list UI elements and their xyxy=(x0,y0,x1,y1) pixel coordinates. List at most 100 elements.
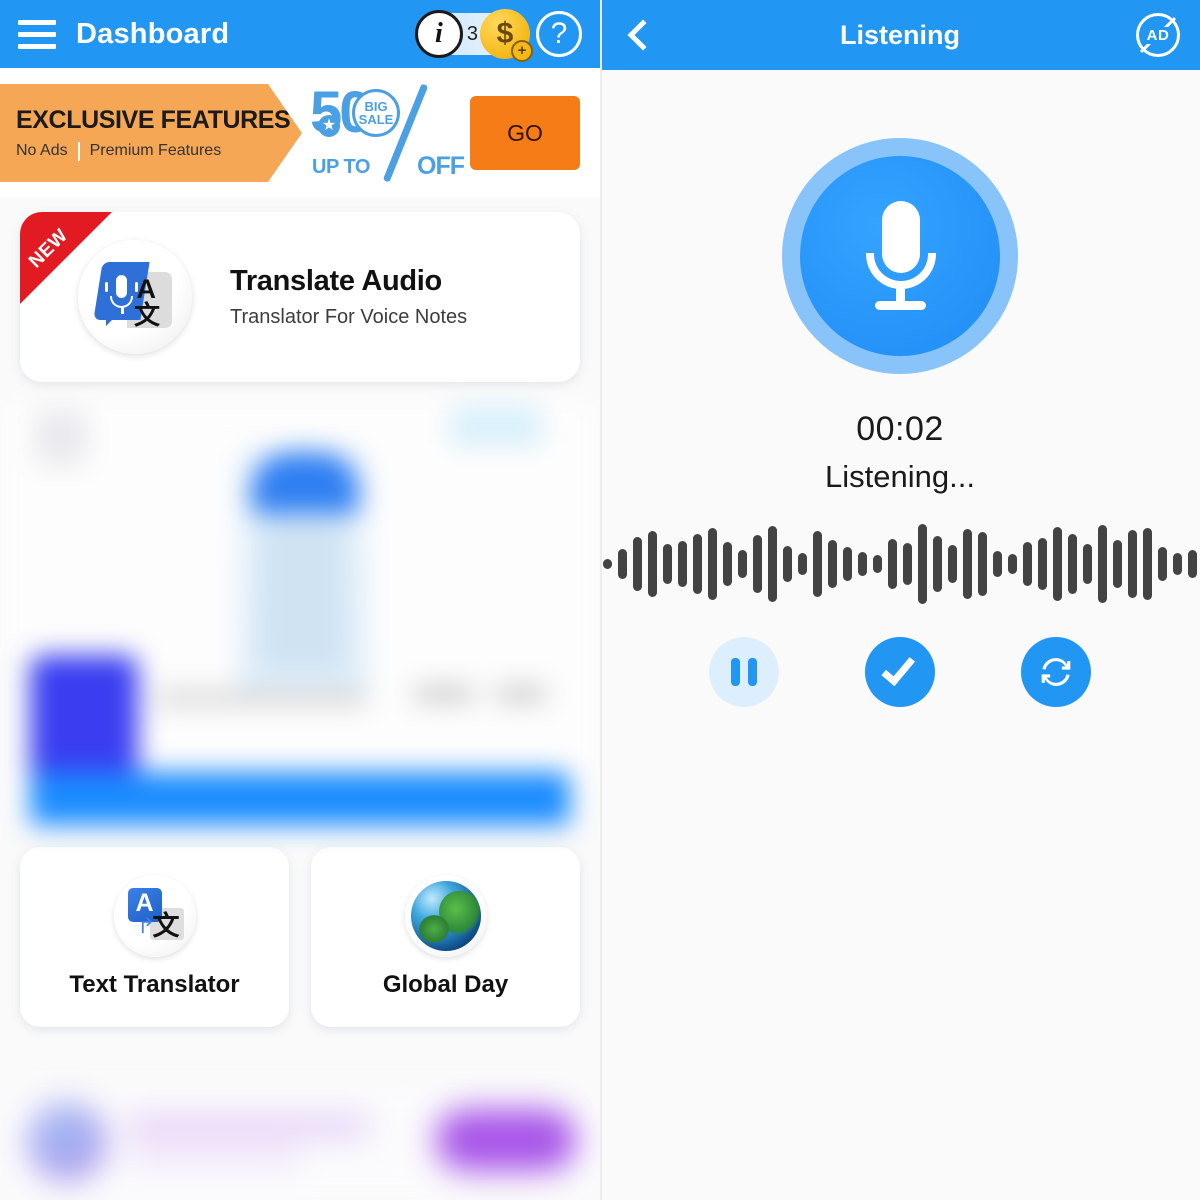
waveform-bar xyxy=(963,529,972,599)
waveform-bar xyxy=(798,553,807,575)
waveform-bar xyxy=(1038,538,1047,590)
promo-title: EXCLUSIVE FEATURES xyxy=(16,105,291,134)
pause-bar xyxy=(748,658,757,686)
waveform-bar xyxy=(738,550,747,578)
sale-off-label: OFF xyxy=(417,152,465,180)
waveform-bar xyxy=(903,543,912,585)
info-icon[interactable]: i xyxy=(414,10,463,58)
waveform-bar xyxy=(663,544,672,584)
ad-image-shape xyxy=(251,452,359,514)
ad-icon-shape xyxy=(28,1103,106,1181)
global-day-card[interactable]: Global Day xyxy=(311,847,580,1027)
promo-sub-divider xyxy=(77,141,80,161)
header-actions: i 3 $ + ? xyxy=(414,9,586,62)
hamburger-bar xyxy=(18,43,56,49)
waveform-bar xyxy=(753,535,762,593)
waveform-bar xyxy=(693,534,702,594)
translate-audio-glyph: A 文 xyxy=(93,260,172,334)
ad-text-shape xyxy=(496,686,546,702)
pause-bar xyxy=(731,658,740,686)
audio-waveform xyxy=(600,519,1200,609)
panel-divider xyxy=(600,0,602,1200)
sale-star-icon: ★ xyxy=(318,115,340,137)
text-translator-glyph: A ↱ 文 xyxy=(126,888,184,944)
waveform-bar xyxy=(873,555,882,573)
no-ads-icon[interactable]: AD xyxy=(1136,13,1180,57)
text-translator-icon: A ↱ 文 xyxy=(113,875,196,957)
coin-balance[interactable]: i 3 $ + xyxy=(414,9,533,62)
promo-go-button[interactable]: GO xyxy=(470,96,580,170)
ad-text-shape xyxy=(414,686,474,702)
recording-controls xyxy=(600,637,1200,707)
waveform-bar xyxy=(1023,542,1032,586)
recording-timer: 00:02 xyxy=(856,410,944,448)
waveform-bar xyxy=(888,539,897,589)
waveform-bar xyxy=(603,559,612,569)
waveform-bar xyxy=(828,540,837,588)
sale-graphic: 50 ★ BIG SALE UP TO OFF xyxy=(310,80,465,183)
confirm-button[interactable] xyxy=(865,637,935,707)
feature-card-title: Translate Audio xyxy=(230,265,442,297)
global-day-label: Global Day xyxy=(382,971,509,998)
ad-icon-shape xyxy=(30,655,138,785)
waveform-bar xyxy=(618,549,627,579)
feature-card-text: Translate Audio Translator For Voice Not… xyxy=(230,265,467,329)
coin-add-icon[interactable]: + xyxy=(511,40,533,62)
waveform-bar xyxy=(1158,547,1167,581)
feature-card-wrap: NEW A 文 Translate Audio Translator For V… xyxy=(0,198,600,382)
help-icon[interactable]: ? xyxy=(536,11,582,57)
hamburger-bar xyxy=(18,31,56,37)
big-sale-badge: BIG SALE xyxy=(352,89,400,137)
waveform-bar xyxy=(648,531,657,597)
retry-button[interactable] xyxy=(1021,637,1091,707)
app-screen: Dashboard i 3 $ + ? EXCLUSIVE FEATURES N… xyxy=(0,0,1200,1200)
record-button[interactable] xyxy=(782,138,1018,374)
text-translator-card[interactable]: A ↱ 文 Text Translator xyxy=(20,847,289,1027)
mic-capsule-icon xyxy=(116,275,127,298)
promo-banner[interactable]: EXCLUSIVE FEATURES No Ads Premium Featur… xyxy=(0,68,600,198)
waveform-bar xyxy=(993,551,1002,577)
waveform-bar xyxy=(813,531,822,597)
mic-base-shape xyxy=(875,301,926,310)
speech-bubble-tail xyxy=(106,314,118,326)
waveform-bar xyxy=(1173,553,1182,575)
waveform-bar xyxy=(918,524,927,604)
badge-line-2: SALE xyxy=(358,112,394,127)
back-chevron-icon[interactable] xyxy=(620,15,660,55)
page-title: Dashboard xyxy=(76,17,230,50)
mic-button-wrap xyxy=(600,138,1200,374)
sound-wave-left-icon xyxy=(105,282,108,292)
refresh-icon xyxy=(1041,658,1071,686)
waveform-bar xyxy=(1113,540,1122,588)
letter-cn-glyph: 文 xyxy=(133,301,160,331)
globe-glyph xyxy=(410,881,481,951)
globe-icon xyxy=(404,875,487,957)
listening-header: Listening AD xyxy=(600,0,1200,70)
waveform-bar xyxy=(843,547,852,581)
waveform-bar xyxy=(1083,544,1092,584)
hamburger-menu-icon[interactable] xyxy=(14,17,58,51)
microphone-icon xyxy=(858,201,942,311)
bottom-advertisement-placeholder[interactable] xyxy=(0,1085,600,1200)
record-button-inner xyxy=(800,156,1000,356)
mic-arc-shape xyxy=(866,253,936,289)
text-translator-label: Text Translator xyxy=(69,971,240,998)
advertisement-placeholder[interactable] xyxy=(6,400,594,825)
waveform-bar xyxy=(783,546,792,582)
pause-button[interactable] xyxy=(709,637,779,707)
ad-cta-shape xyxy=(30,772,570,825)
mic-stem-icon xyxy=(120,307,124,314)
waveform-bar xyxy=(1188,550,1197,578)
dashboard-header: Dashboard i 3 $ + ? xyxy=(0,0,600,68)
coin-icon[interactable]: $ + xyxy=(480,9,533,62)
listening-title: Listening xyxy=(840,19,960,50)
ad-text-shape xyxy=(128,1147,298,1165)
waveform-bar xyxy=(933,536,942,592)
check-icon xyxy=(881,650,916,686)
translate-audio-card[interactable]: NEW A 文 Translate Audio Translator For V… xyxy=(20,212,580,382)
waveform-bar xyxy=(858,552,867,576)
hamburger-bar xyxy=(18,19,56,25)
no-ads-label: AD xyxy=(1145,26,1171,44)
waveform-bar xyxy=(978,532,987,596)
dashboard-panel: Dashboard i 3 $ + ? EXCLUSIVE FEATURES N… xyxy=(0,0,600,1200)
